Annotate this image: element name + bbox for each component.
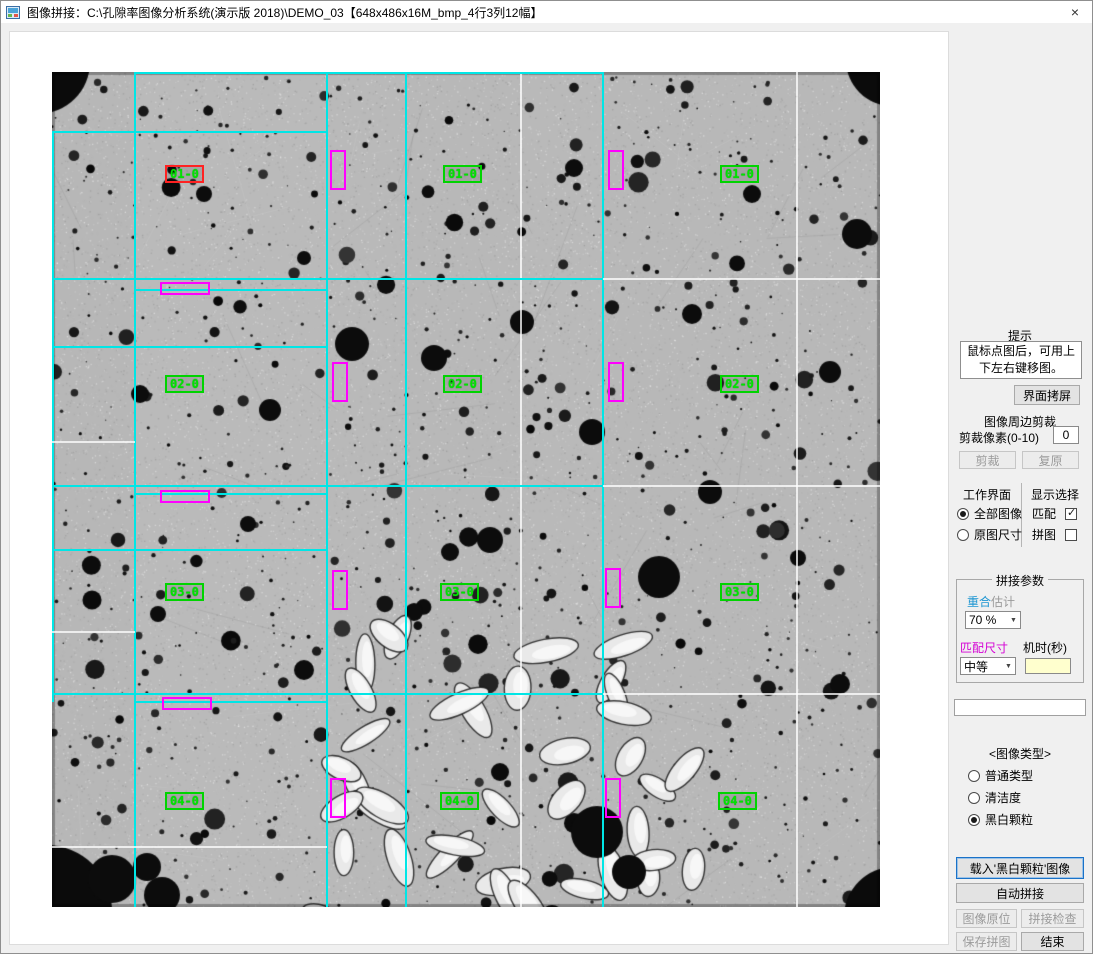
display-title: 显示选择 [1024, 486, 1086, 503]
time-label: 机时(秒) [1023, 639, 1067, 656]
checkbox-mosaic[interactable]: 拼图 [1032, 526, 1077, 543]
app-icon [6, 5, 21, 20]
save-mosaic-button[interactable]: 保存拼图 [956, 932, 1017, 951]
checkbox-match[interactable]: 匹配 [1032, 505, 1077, 522]
stitch-params-group: 拼接参数 重合估计 70 % ▼ 匹配尺寸 机时(秒) 中等 ▼ [956, 579, 1084, 683]
time-input[interactable] [1025, 658, 1071, 674]
crop-button[interactable]: 剪裁 [959, 451, 1016, 469]
control-panel: 提示 鼠标点图后，可用上下左右键移图。 界面拷屏 图像周边剪裁 剪裁像素(0-1… [954, 23, 1086, 953]
message-box [954, 699, 1086, 716]
radio-original-size-label: 原图尺寸 [974, 526, 1022, 543]
end-button[interactable]: 结束 [1021, 932, 1084, 951]
stitch-check-button[interactable]: 拼接检查 [1021, 909, 1084, 928]
match-size-value: 中等 [961, 658, 1002, 675]
window-title: 图像拼接：C:\孔隙率图像分析系统(演示版 2018)\DEMO_03【648x… [27, 4, 543, 21]
radio-normal-type[interactable]: 普通类型 [968, 767, 1033, 784]
radio-all-images[interactable]: 全部图像 [957, 505, 1022, 522]
radio-icon [957, 529, 969, 541]
checkbox-unchecked-icon [1065, 529, 1077, 541]
chevron-down-icon: ▼ [1007, 617, 1020, 624]
crop-pixels-label: 剪裁像素(0-10) [959, 429, 1039, 446]
estimate-label: 估计 [991, 595, 1015, 609]
close-button[interactable]: × [1058, 1, 1092, 23]
chevron-down-icon: ▼ [1002, 663, 1015, 670]
match-size-label: 匹配尺寸 [960, 639, 1008, 656]
restore-button[interactable]: 复原 [1022, 451, 1079, 469]
image-workspace: 01-001-001-002-002-002-003-003-003-004-0… [9, 31, 949, 945]
stitch-params-title: 拼接参数 [992, 572, 1048, 589]
radio-cleanliness[interactable]: 清洁度 [968, 789, 1021, 806]
client-area: 01-001-001-002-002-002-003-003-003-004-0… [1, 23, 1092, 953]
radio-selected-icon [968, 814, 980, 826]
app-window: 图像拼接：C:\孔隙率图像分析系统(演示版 2018)\DEMO_03【648x… [0, 0, 1093, 954]
workspace-title: 工作界面 [954, 486, 1020, 503]
titlebar: 图像拼接：C:\孔隙率图像分析系统(演示版 2018)\DEMO_03【648x… [1, 1, 1092, 23]
radio-cleanliness-label: 清洁度 [985, 789, 1021, 806]
checkbox-checked-icon [1065, 508, 1077, 520]
radio-bw-particles[interactable]: 黑白颗粒 [968, 811, 1033, 828]
crop-pixels-input[interactable] [1053, 426, 1079, 444]
radio-all-images-label: 全部图像 [974, 505, 1022, 522]
radio-original-size[interactable]: 原图尺寸 [957, 526, 1022, 543]
image-origin-button[interactable]: 图像原位 [956, 909, 1017, 928]
screen-copy-button[interactable]: 界面拷屏 [1014, 385, 1080, 405]
overlap-label: 重合 [967, 595, 991, 609]
hint-text: 鼠标点图后，可用上下左右键移图。 [960, 341, 1082, 379]
radio-icon [968, 792, 980, 804]
auto-stitch-button[interactable]: 自动拼接 [956, 883, 1084, 903]
match-size-select[interactable]: 中等 ▼ [960, 657, 1016, 675]
radio-normal-type-label: 普通类型 [985, 767, 1033, 784]
overlap-select[interactable]: 70 % ▼ [965, 611, 1021, 629]
overlap-value: 70 % [966, 613, 1007, 627]
mosaic-stage: 01-001-001-002-002-002-003-003-003-004-0… [52, 72, 880, 907]
load-bw-particles-button[interactable]: 载入'黑白颗粒'图像 [956, 857, 1084, 879]
radio-bw-particles-label: 黑白颗粒 [985, 811, 1033, 828]
checkbox-mosaic-label: 拼图 [1032, 526, 1056, 543]
image-type-title: <图像类型> [954, 745, 1086, 762]
overlap-estimate-label: 重合估计 [967, 593, 1015, 610]
radio-selected-icon [957, 508, 969, 520]
checkbox-match-label: 匹配 [1032, 505, 1056, 522]
specimen-canvas[interactable] [52, 72, 880, 907]
radio-icon [968, 770, 980, 782]
